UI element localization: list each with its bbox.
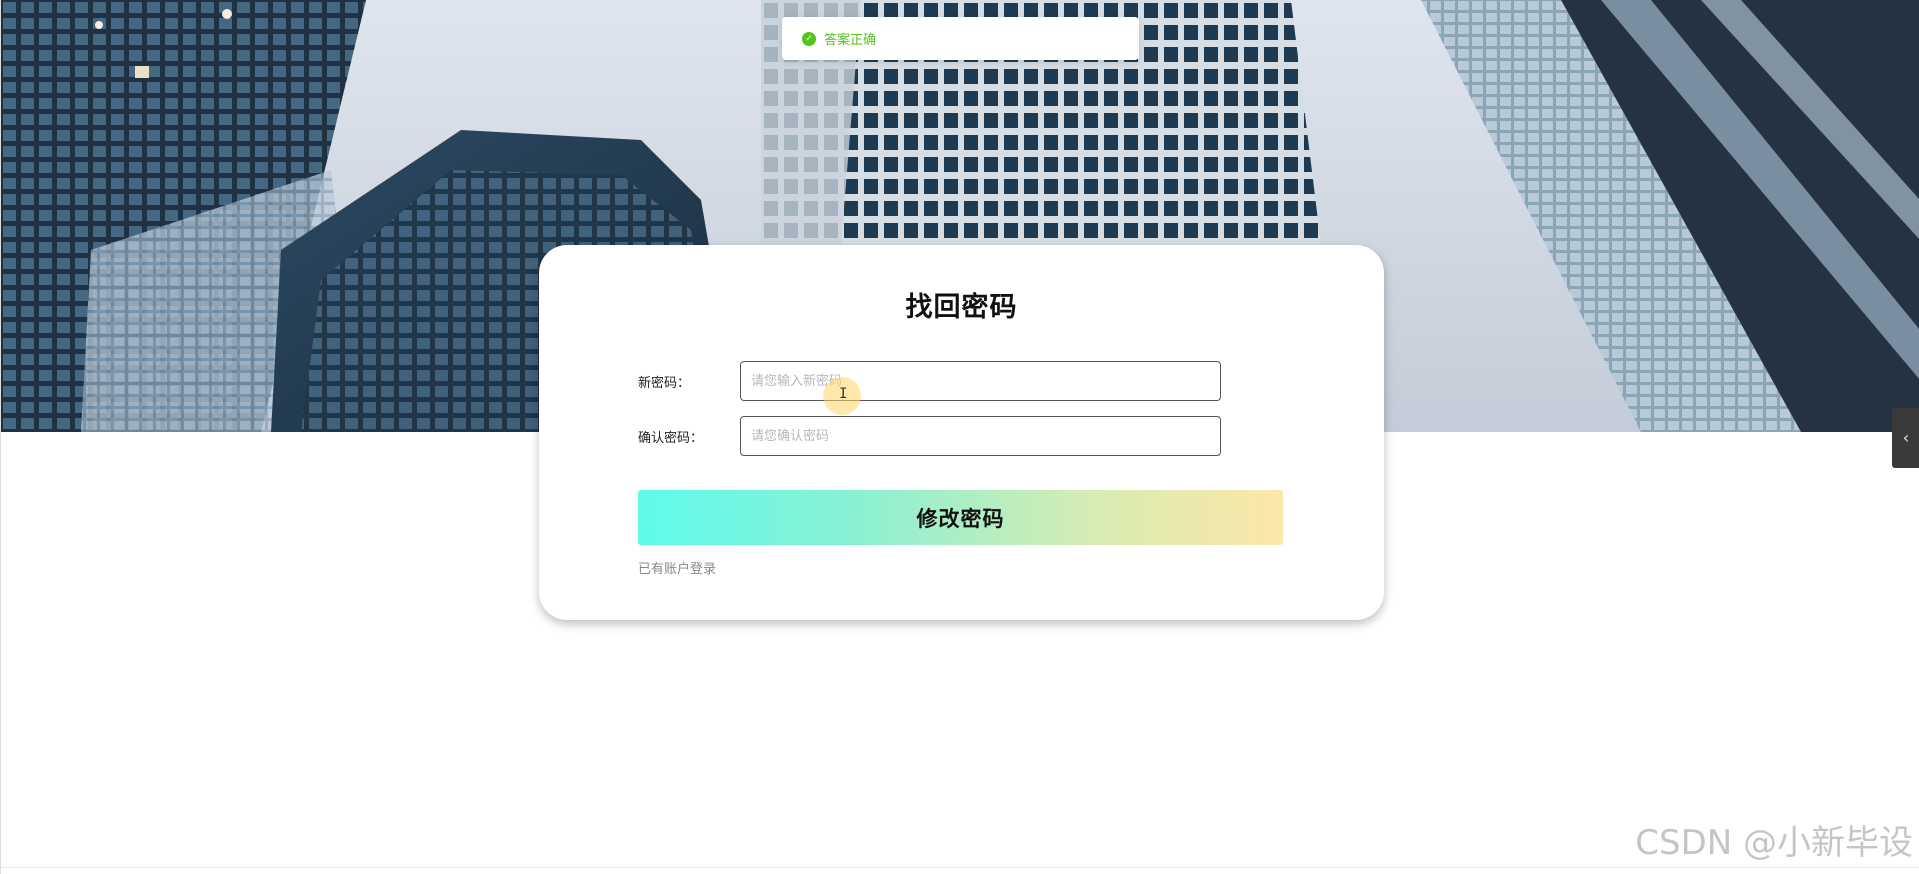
side-panel-toggle[interactable]: ‹ <box>1892 408 1919 468</box>
text-cursor-icon: I <box>839 386 848 402</box>
confirm-password-field[interactable] <box>740 416 1221 456</box>
check-circle-icon: ✓ <box>802 31 816 46</box>
watermark: CSDN @小新毕设 <box>1635 823 1913 863</box>
reset-password-card: 找回密码 新密码： 确认密码： 修改密码 已有账户登录 <box>539 245 1384 620</box>
page-title: 找回密码 <box>905 292 1018 323</box>
page: ✓ 答案正确 找回密码 新密码： 确认密码： 修改密码 已有账户登录 I ‹ C… <box>0 0 1919 874</box>
confirm-password-label: 确认密码： <box>638 431 704 446</box>
chevron-left-icon: ‹ <box>1902 428 1910 447</box>
new-password-field[interactable] <box>740 361 1221 401</box>
success-toast: ✓ 答案正确 <box>782 17 1139 60</box>
toast-message: 答案正确 <box>824 33 877 48</box>
login-link[interactable]: 已有账户登录 <box>638 558 716 577</box>
change-password-button[interactable]: 修改密码 <box>638 490 1283 545</box>
bottom-divider <box>1 867 1919 868</box>
new-password-label: 新密码： <box>638 376 691 391</box>
